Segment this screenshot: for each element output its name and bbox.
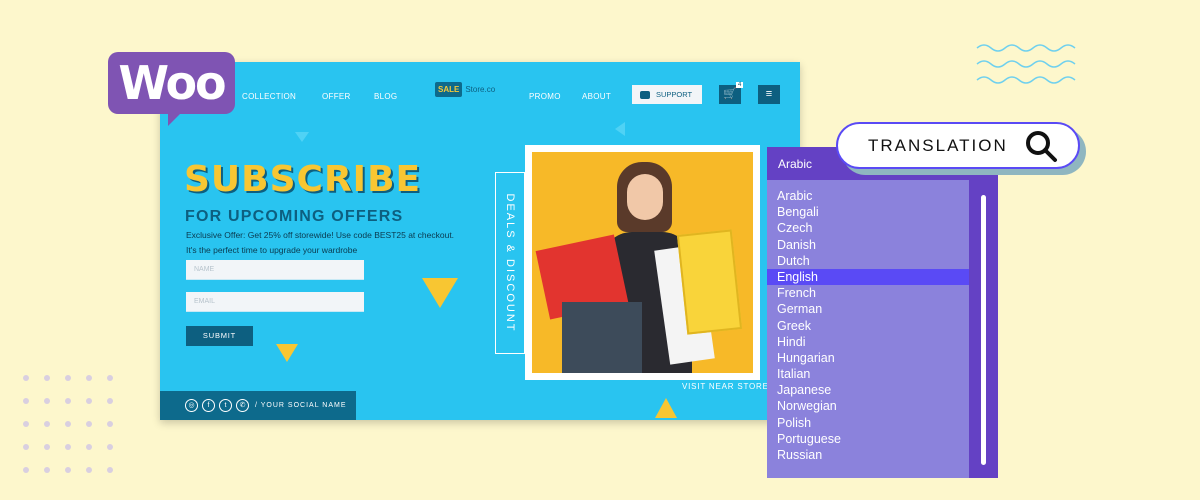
dot-decoration (107, 398, 113, 404)
subheadline: FOR UPCOMING OFFERS (185, 208, 404, 225)
store-mockup: COLLECTION OFFER BLOG SALE Store.co PROM… (160, 62, 800, 420)
deals-label: DEALS & DISCOUNT (504, 193, 516, 333)
store-name: Store.co (465, 85, 496, 94)
sale-sign-icon: SALE (435, 82, 463, 97)
dot-decoration (86, 444, 92, 450)
dot-decoration (44, 444, 50, 450)
subscribe-headline: SUBSCRIBE (184, 159, 422, 200)
language-option[interactable]: Greek (767, 318, 969, 334)
dot-decoration (23, 421, 29, 427)
language-option[interactable]: Danish (767, 237, 969, 253)
dot-decoration (44, 467, 50, 473)
language-option[interactable]: German (767, 301, 969, 317)
whatsapp-icon[interactable]: ✆ (236, 399, 249, 412)
hamburger-icon: ≡ (765, 88, 773, 100)
language-options-list: Arabic Bengali Czech Danish Dutch English Fren… (767, 180, 998, 463)
nav-about[interactable]: ABOUT (582, 92, 611, 101)
language-option[interactable]: Italian (767, 366, 969, 382)
dot-decoration (86, 375, 92, 381)
language-option[interactable]: English (767, 268, 969, 286)
language-option[interactable]: Hindi (767, 334, 969, 350)
dot-decoration (23, 398, 29, 404)
dark-bag (562, 302, 642, 373)
language-option[interactable]: Bengali (767, 204, 969, 220)
language-dropdown[interactable]: Arabic Arabic Bengali Czech Danish Dutch Engl… (767, 147, 998, 478)
dot-decoration (65, 421, 71, 427)
yellow-bag (676, 229, 743, 335)
triangle-decoration (295, 132, 309, 142)
offer-description: Exclusive Offer: Get 25% off storewide! … (186, 230, 455, 240)
language-option[interactable]: Portuguese (767, 431, 969, 447)
menu-button[interactable]: ≡ (758, 85, 780, 104)
scrollbar-thumb[interactable] (981, 195, 986, 465)
translation-search-box[interactable]: TRANSLATION (836, 122, 1080, 169)
twitter-icon[interactable]: t (219, 399, 232, 412)
product-photo (525, 145, 760, 380)
dot-decoration (107, 444, 113, 450)
dot-decoration (65, 398, 71, 404)
nav-blog[interactable]: BLOG (374, 92, 397, 101)
support-button[interactable]: SUPPORT (632, 85, 702, 104)
chat-icon (640, 90, 650, 99)
paper-plane-decoration (276, 344, 298, 362)
nav-promo[interactable]: PROMO (529, 92, 561, 101)
dot-decoration (65, 444, 71, 450)
email-input[interactable]: EMAIL (186, 292, 364, 312)
deals-banner: DEALS & DISCOUNT (495, 172, 525, 354)
language-option[interactable]: Russian (767, 447, 969, 463)
social-name: / YOUR SOCIAL NAME (255, 402, 347, 409)
translation-label: TRANSLATION (868, 135, 1008, 155)
dot-decoration (23, 375, 29, 381)
search-icon[interactable] (1024, 129, 1058, 163)
scrollbar-track[interactable] (969, 180, 998, 478)
language-option[interactable]: Polish (767, 415, 969, 431)
dot-decoration (107, 375, 113, 381)
dot-decoration (44, 375, 50, 381)
cart-icon: 🛒 (723, 88, 737, 100)
dot-decoration (44, 398, 50, 404)
language-option[interactable]: Czech (767, 220, 969, 236)
facebook-icon[interactable]: f (202, 399, 215, 412)
dot-decoration (107, 421, 113, 427)
language-option[interactable]: Arabic (767, 188, 969, 204)
triangle-decoration (615, 122, 625, 136)
woocommerce-logo: Woo (108, 52, 235, 126)
language-option[interactable]: French (767, 285, 969, 301)
nav-offer[interactable]: OFFER (322, 92, 351, 101)
cart-count-badge: 4 (736, 82, 744, 88)
language-option[interactable]: Hungarian (767, 350, 969, 366)
dot-decoration (86, 467, 92, 473)
nav-collection[interactable]: COLLECTION (242, 92, 296, 101)
paper-plane-decoration (655, 398, 677, 418)
instagram-icon[interactable]: ◎ (185, 399, 198, 412)
language-option[interactable]: Dutch (767, 253, 969, 269)
dot-decoration (23, 444, 29, 450)
logo-text: Woo (118, 56, 226, 110)
visit-store-link[interactable]: VISIT NEAR STORE (682, 382, 769, 391)
paper-plane-decoration (422, 278, 458, 308)
dot-decoration (86, 398, 92, 404)
dot-decoration (65, 467, 71, 473)
dot-decoration (44, 421, 50, 427)
dot-decoration (107, 467, 113, 473)
store-logo[interactable]: SALE Store.co (435, 82, 495, 97)
offer-description-2: It's the perfect time to upgrade your wa… (186, 245, 358, 255)
wave-decoration (976, 44, 1076, 84)
dot-decoration (23, 467, 29, 473)
language-option[interactable]: Japanese (767, 382, 969, 398)
support-label: SUPPORT (656, 90, 693, 99)
submit-button[interactable]: SUBMIT (186, 326, 253, 346)
name-input[interactable]: NAME (186, 260, 364, 280)
dot-decoration (86, 421, 92, 427)
dot-decoration (65, 375, 71, 381)
person-face (627, 174, 663, 220)
social-bar: ◎ f t ✆ / YOUR SOCIAL NAME (160, 391, 356, 420)
language-option[interactable]: Norwegian (767, 398, 969, 414)
